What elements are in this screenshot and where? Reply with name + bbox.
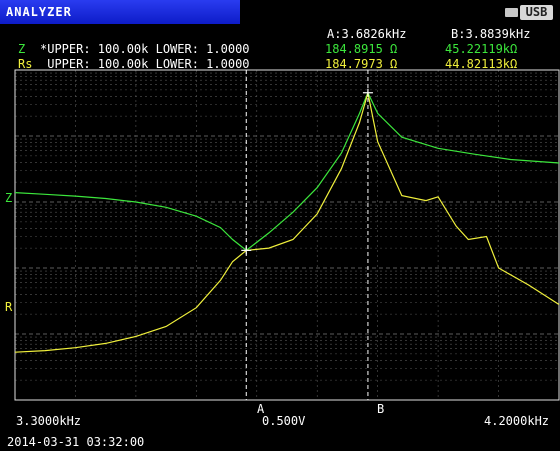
x-axis-end: 4.2000kHz bbox=[484, 414, 550, 428]
cursor-markers bbox=[241, 88, 373, 255]
r-axis-marker: R bbox=[5, 300, 13, 314]
plot-grid bbox=[15, 69, 559, 401]
datetime-stamp: 2014-03-31 03:32:00 bbox=[7, 435, 145, 449]
cursor-lines bbox=[245, 70, 369, 400]
impedance-plot[interactable] bbox=[0, 0, 560, 451]
z-axis-marker: Z bbox=[5, 191, 13, 205]
plot-frame bbox=[14, 69, 560, 401]
x-axis-start: 3.3000kHz bbox=[16, 414, 82, 428]
center-voltage: 0.500V bbox=[262, 414, 306, 428]
cursor-b-label: B bbox=[377, 402, 385, 416]
series-rs-line bbox=[14, 92, 560, 353]
